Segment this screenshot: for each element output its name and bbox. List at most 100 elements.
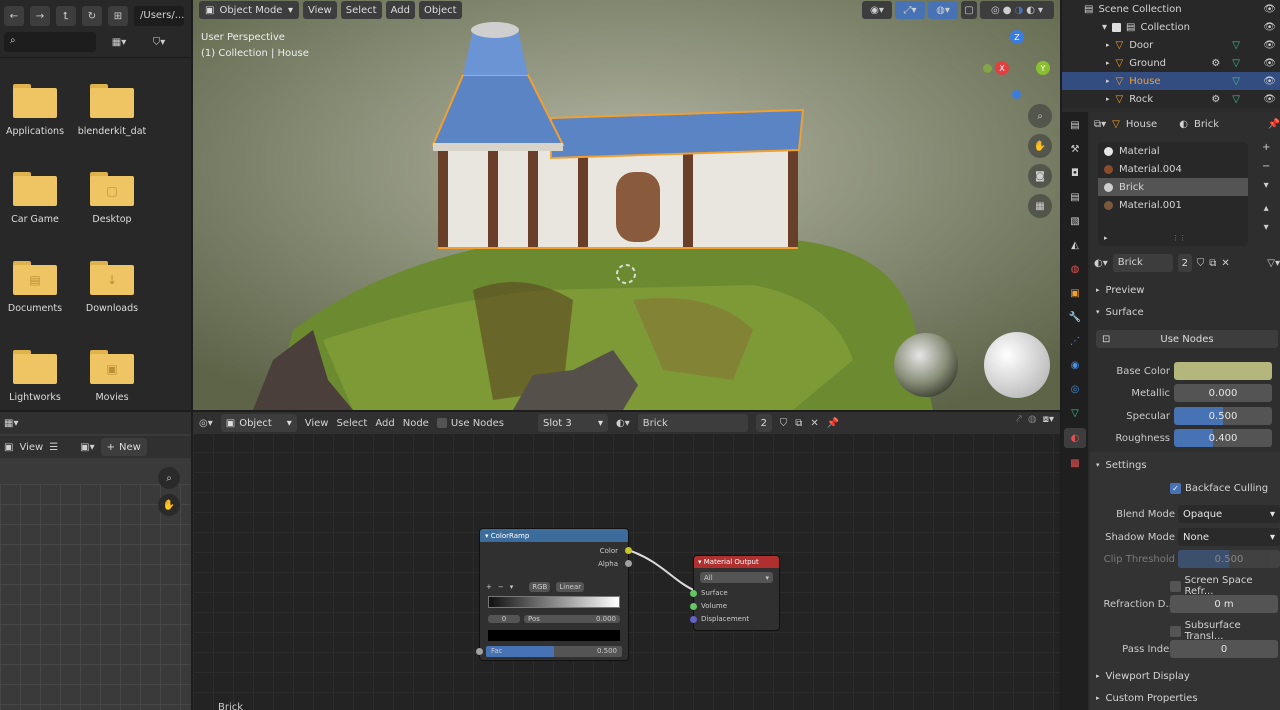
stop-position-field[interactable]: Pos 0.000 [524,615,620,623]
folder-item[interactable]: blenderkit_dat [72,84,152,137]
material-slot[interactable]: Material.004 [1098,160,1248,178]
physics-icon[interactable]: ◉ [1071,356,1080,374]
folder-item[interactable]: Applications [0,84,75,137]
stop-index-field[interactable]: 0 [488,615,520,623]
interpolation-dropdown[interactable]: Linear [556,582,585,592]
chevron-down-icon[interactable]: ▾ [1102,22,1107,33]
fac-slider[interactable]: Fac 0.500 [486,646,622,657]
use-nodes-button[interactable]: ⊡ Use Nodes [1096,330,1278,348]
remove-stop-icon[interactable]: − [498,583,504,591]
material-browse-icon[interactable]: ◐▾ [1094,258,1108,269]
folder-item[interactable]: ↓ Downloads [72,261,152,314]
pan-hand-icon[interactable]: ✋ [158,494,180,516]
chevron-down-icon[interactable]: ▾ [510,583,514,591]
outliner-item[interactable]: ▸ ▽ Rock ⚙ ▽ [1062,90,1280,108]
specular-slider[interactable]: 0.500 [1174,407,1272,425]
node-header[interactable]: ▾ Material Output [694,556,779,568]
duplicate-icon[interactable]: ⧉ [1209,258,1216,269]
world-icon[interactable]: ◍ [1071,260,1080,278]
pin-icon[interactable]: 📌 [1268,119,1280,130]
blend-mode-dropdown[interactable]: Opaque ▾ [1178,505,1280,523]
image-canvas-grid[interactable] [0,484,191,710]
hamburger-icon[interactable]: ☰ [49,442,58,453]
mesh-data-icon[interactable]: ▽ [1071,404,1079,422]
eye-icon[interactable]: 👁 [1263,20,1276,35]
eye-icon[interactable]: 👁 [1263,2,1276,17]
add-slot-icon[interactable]: + [1262,142,1270,153]
search-input[interactable]: ⌕ [4,32,96,52]
material-slot[interactable]: Material [1098,142,1248,160]
image-browse-icon[interactable]: ▣▾ [80,442,94,453]
output-icon[interactable]: ▤ [1070,188,1079,206]
camera-icon[interactable]: ◙ [1028,164,1052,188]
material-slot-list[interactable]: Material Material.004 Brick Material.001… [1098,142,1248,246]
move-down-icon[interactable]: ▾ [1262,222,1270,233]
panel-custom-properties[interactable]: ▸ Custom Properties [1096,690,1198,706]
material-slot-selected[interactable]: Brick [1098,178,1248,196]
eye-icon[interactable]: 👁 [1263,56,1276,71]
close-icon[interactable]: ✕ [1221,258,1229,269]
view-layer-icon[interactable]: ▧ [1070,212,1079,230]
shading-modes[interactable]: ◎ ● ◑ ◐ ▾ [980,1,1054,19]
menu-add[interactable]: Add [385,1,415,19]
expand-icon[interactable]: ▸ [1104,234,1108,242]
folder-item[interactable]: ▣ Movies [72,350,152,403]
add-stop-icon[interactable]: + [486,583,492,591]
outliner-item-selected[interactable]: ▸ ▽ House ▽ [1062,72,1280,90]
display-mode-icon[interactable]: ▦▾ [102,32,136,52]
gizmo-x-axis[interactable]: X [995,61,1009,75]
material-output-node[interactable]: ▾ Material Output All ▾ Surface Volume Di… [690,555,780,631]
move-up-icon[interactable]: ▴ [1262,203,1270,214]
mode-dropdown[interactable]: ▣ Object Mode ▾ [199,1,299,19]
render-icon[interactable]: ◘ [1071,164,1079,182]
shadow-mode-dropdown[interactable]: None ▾ [1178,528,1280,546]
material-slot[interactable]: Material.001 [1098,196,1248,214]
chevron-right-icon[interactable]: ▸ [1106,59,1110,67]
object-properties-icon[interactable]: ▣ [1070,284,1079,302]
image-editor[interactable]: ▦▾ ▣ View ☰ ▣▾ + New ⌕ ✋ [0,412,191,710]
constraints-icon[interactable]: ◎ [1071,380,1080,398]
fake-user-shield-icon[interactable]: ⛉ [1197,258,1205,269]
checkmark-icon[interactable]: ✓ [1170,483,1181,494]
forward-arrow-icon[interactable]: → [30,6,50,26]
node-header[interactable]: ▾ ColorRamp [480,529,628,542]
folder-item[interactable]: Car Game [0,172,75,225]
metallic-slider[interactable]: 0.000 [1174,384,1272,402]
eye-icon[interactable]: 👁 [1263,74,1276,89]
xray-icon[interactable]: ▢ [961,1,977,19]
alpha-socket[interactable] [625,560,632,567]
color-ramp-gradient[interactable] [488,596,620,608]
scene-icon[interactable]: ◭ [1071,236,1079,254]
checkbox[interactable] [1112,22,1122,32]
refraction-depth-field[interactable]: 0 m [1170,595,1278,613]
particles-icon[interactable]: ⋰ [1070,332,1080,350]
zoom-icon[interactable]: ⌕ [1028,104,1052,128]
eye-icon[interactable]: 👁 [1263,92,1276,107]
outliner-item[interactable]: ▸ ▽ Ground ⚙ ▽ [1062,54,1280,72]
menu-object[interactable]: Object [418,1,462,19]
menu-select[interactable]: Select [340,1,382,19]
panel-viewport-display[interactable]: ▸ Viewport Display [1096,668,1190,684]
filter-icon[interactable]: ▽▾ [1267,258,1280,269]
outliner[interactable]: ▤ Scene Collection ▾ ▤ Collection ▸ ▽ Door ▽ ▸… [1062,0,1280,108]
material-name-field[interactable]: Brick [1112,254,1173,272]
editor-type-icon[interactable]: ⧉▾ [1094,119,1106,130]
collapse-icon[interactable]: ▾ [698,558,702,566]
eye-icon[interactable]: 👁 [1263,38,1276,53]
parent-directory-icon[interactable]: ⮤ [56,6,76,26]
slot-menu-icon[interactable]: ▾ [1262,180,1270,191]
gizmo-neg-y[interactable] [983,64,992,73]
chevron-right-icon[interactable]: ▸ [1106,95,1110,103]
wireframe-shading-icon[interactable]: ◎ [991,5,1000,16]
outliner-root[interactable]: ▤ Scene Collection [1084,2,1182,16]
outliner-item[interactable]: ▸ ▽ Door ▽ [1062,36,1280,54]
new-folder-icon[interactable]: ⊞ [108,6,128,26]
displacement-socket[interactable] [690,616,697,623]
modifier-wrench-icon[interactable]: 🔧 [1069,308,1081,326]
visibility-icon[interactable]: ◉▾ [862,1,892,19]
outliner-item[interactable]: ▾ ▤ Collection [1102,19,1190,35]
solid-shading-icon[interactable]: ● [1003,5,1012,16]
folder-item[interactable]: Lightworks [0,350,75,403]
panel-settings[interactable]: ▾ Settings [1096,457,1147,473]
shader-node-editor[interactable]: ◎▾ ▣ Object ▾ View Select Add Node Use Nod… [193,412,1060,710]
